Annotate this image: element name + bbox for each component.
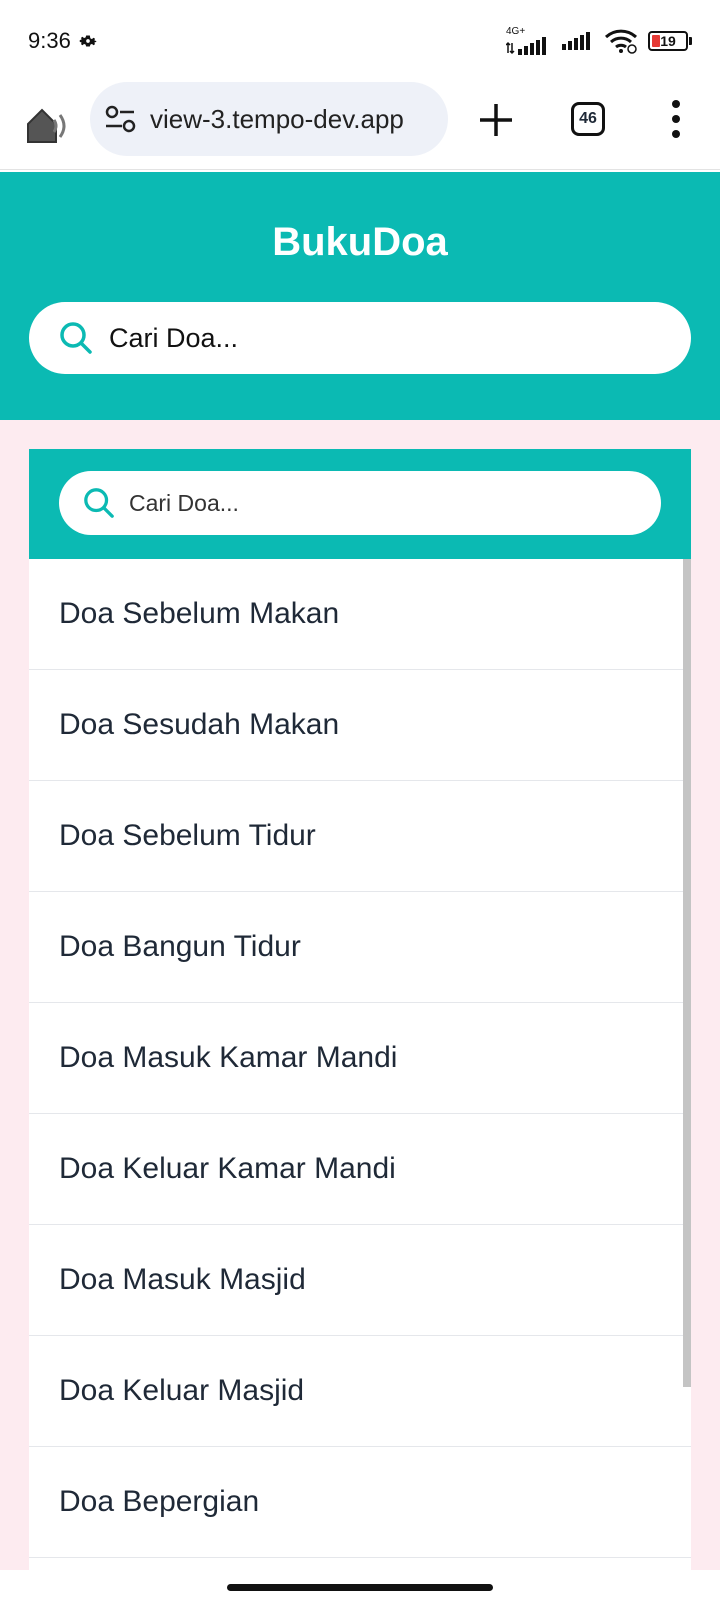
list-item[interactable]: Doa Masuk Masjid (29, 1225, 691, 1336)
status-time: 9:36 (28, 28, 71, 53)
card-header (29, 449, 691, 559)
header-search-bar[interactable] (29, 302, 691, 374)
home-button[interactable] (24, 98, 84, 154)
signal-strength-icon-2 (562, 32, 590, 50)
list-item[interactable]: Doa Sebelum Tidur (29, 781, 691, 892)
gear-icon (79, 35, 97, 47)
list-item[interactable]: Doa Keluar Masjid (29, 1336, 691, 1447)
url-text: view-3.tempo-dev.app (150, 103, 404, 134)
panel-search-bar[interactable] (59, 471, 661, 535)
battery-level (652, 35, 660, 47)
signal-strength-icon (506, 37, 546, 55)
doa-list-card: Doa Sebelum Makan Doa Sesudah Makan Doa … (29, 449, 691, 1570)
status-left: 9:36 (28, 28, 99, 54)
gesture-handle[interactable] (227, 1584, 493, 1591)
header-search-input[interactable] (109, 322, 629, 354)
search-icon (60, 322, 92, 354)
list-item[interactable]: Doa Keluar Kamar Mandi (29, 1114, 691, 1225)
list-item[interactable]: Doa Bepergian (29, 1447, 691, 1558)
status-bar: 9:36 4G+ 19 (0, 0, 720, 82)
list-item[interactable]: Doa Bangun Tidur (29, 892, 691, 1003)
new-tab-icon[interactable] (476, 100, 516, 140)
tab-switcher-button[interactable]: 46 (571, 102, 605, 136)
network-type-label: 4G+ (506, 26, 526, 37)
battery-body: 19 (648, 31, 688, 51)
scrollbar-thumb[interactable] (683, 559, 691, 1387)
home-audio-icon (27, 108, 66, 143)
more-options-icon[interactable] (665, 98, 687, 140)
battery-cap (689, 37, 692, 45)
search-icon (84, 488, 114, 518)
tab-count: 46 (579, 110, 597, 127)
doa-list: Doa Sebelum Makan Doa Sesudah Makan Doa … (29, 559, 691, 1570)
list-item[interactable]: Doa Sesudah Makan (29, 670, 691, 781)
wifi-icon (604, 29, 638, 54)
panel-search-input[interactable] (129, 489, 609, 517)
signal-group-1: 4G+ (506, 27, 550, 55)
status-right: 4G+ 19 (506, 27, 692, 55)
battery-icon: 19 (648, 31, 692, 51)
site-settings-icon[interactable] (104, 104, 138, 134)
app-header: BukuDoa (0, 172, 720, 420)
list-item[interactable] (29, 1558, 691, 1570)
list-item[interactable]: Doa Sebelum Makan (29, 559, 691, 670)
address-bar[interactable]: view-3.tempo-dev.app (90, 82, 448, 156)
browser-toolbar: view-3.tempo-dev.app 46 (0, 82, 720, 170)
list-item[interactable]: Doa Masuk Kamar Mandi (29, 1003, 691, 1114)
battery-percent: 19 (660, 33, 676, 49)
page-title: BukuDoa (272, 220, 448, 264)
system-nav-bar (0, 1570, 720, 1600)
